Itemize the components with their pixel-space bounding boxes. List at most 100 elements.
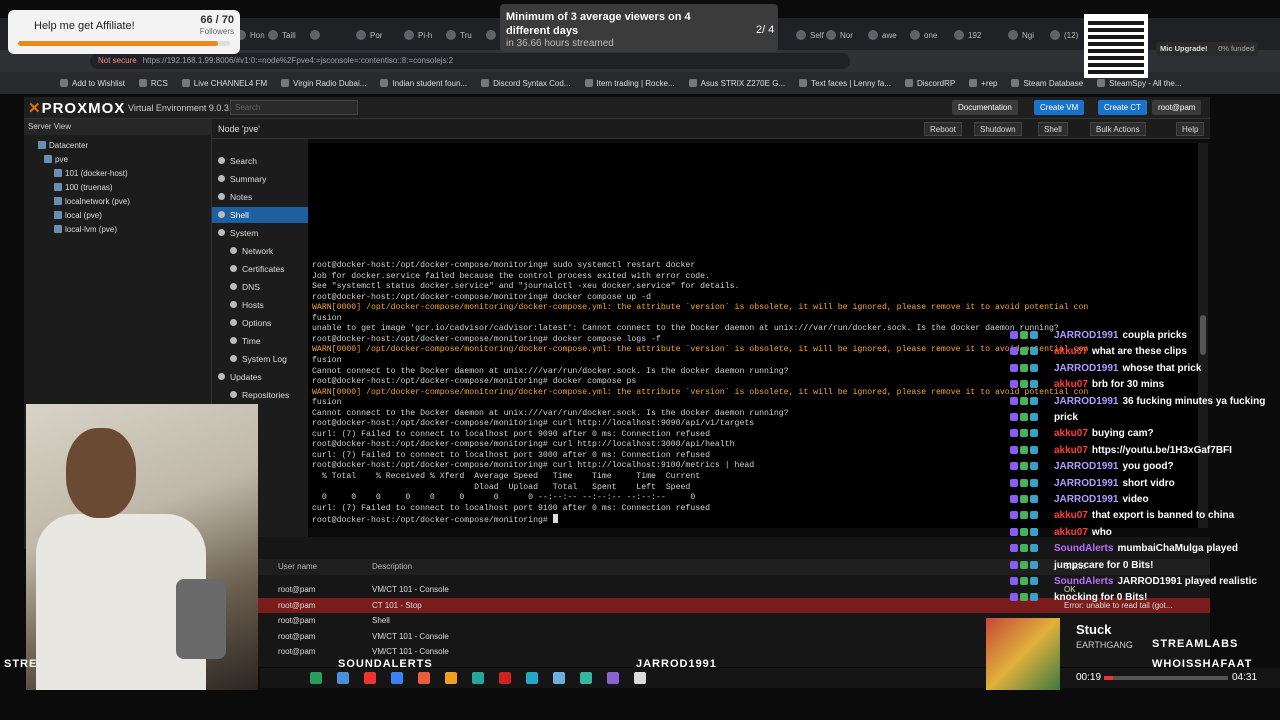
taskbar-app-icon[interactable]: [445, 672, 457, 684]
terminal-line: WARN[0000] /opt/docker-compose/monitorin…: [312, 387, 1089, 397]
badge-icon: [1010, 380, 1018, 389]
badge-icon: [1010, 396, 1018, 405]
chat-badges: [1010, 511, 1054, 521]
taskbar-app-icon[interactable]: [553, 672, 565, 684]
bookmark-item[interactable]: Steam Database: [1011, 79, 1083, 88]
menu-item-time[interactable]: Time: [212, 333, 308, 349]
mic-label: Mic Upgrade!: [1160, 44, 1208, 53]
create-ct-button[interactable]: Create CT: [1098, 100, 1147, 115]
terminal-line: fusion: [312, 398, 342, 408]
qr-code: [1084, 14, 1148, 78]
terminal-line: root@docker-host:/opt/docker-compose/mon…: [312, 261, 696, 270]
terminal-prompt[interactable]: root@docker-host:/opt/docker-compose/mon…: [312, 514, 558, 527]
taskbar-app-icon[interactable]: [580, 672, 592, 684]
taskbar-app-icon[interactable]: [337, 672, 349, 684]
bookmark-item[interactable]: Discord Syntax Cod...: [481, 79, 570, 88]
tab-favicon-icon: [954, 30, 964, 40]
node-button-shell[interactable]: Shell: [1038, 122, 1068, 136]
browser-tab[interactable]: one: [904, 24, 943, 46]
chat-message: akku07 brb for 30 mins: [1010, 379, 1272, 390]
browser-tab[interactable]: Taili: [262, 24, 302, 46]
taskbar-app-icon[interactable]: [526, 672, 538, 684]
bookmark-item[interactable]: DiscordRP: [905, 79, 955, 88]
taskbar-app-icon[interactable]: [310, 672, 322, 684]
badge-icon: [1020, 593, 1028, 602]
menu-item-notes[interactable]: Notes: [212, 189, 308, 205]
menu-item-label: System: [230, 228, 259, 238]
tree-item[interactable]: local-lvm (pve): [54, 225, 117, 234]
bookmark-item[interactable]: Indian student foun...: [380, 79, 467, 88]
tree-item[interactable]: Datacenter: [38, 141, 88, 150]
create-vm-button[interactable]: Create VM: [1034, 100, 1085, 115]
user-menu-button[interactable]: root@pam: [1152, 100, 1202, 115]
node-button-help[interactable]: Help: [1176, 122, 1205, 136]
browser-tab[interactable]: (12): [1044, 24, 1084, 46]
taskbar-app-icon[interactable]: [418, 672, 430, 684]
badge-icon: [1020, 445, 1028, 454]
browser-tab[interactable]: Ngi: [1002, 24, 1040, 46]
terminal-line: fusion: [312, 355, 342, 365]
taskbar-app-icon[interactable]: [472, 672, 484, 684]
menu-item-updates[interactable]: Updates: [212, 369, 308, 385]
badge-icon: [1010, 413, 1018, 421]
time-current: 00:19: [1076, 672, 1102, 683]
menu-item-system[interactable]: System: [212, 225, 308, 241]
taskbar-app-icon[interactable]: [499, 672, 511, 684]
bookmark-item[interactable]: Text faces | Lenny fa...: [799, 79, 891, 88]
bookmark-item[interactable]: SteamSpy - All the...: [1097, 79, 1181, 88]
bookmark-item[interactable]: Add to Wishlist: [60, 79, 125, 88]
tab-title: Tru: [460, 30, 472, 40]
server-view-select[interactable]: Server View: [24, 119, 212, 135]
bookmark-item[interactable]: Item trading | Rocke...: [585, 79, 675, 88]
bookmark-item[interactable]: +rep: [969, 79, 997, 88]
hosts-icon: [230, 301, 237, 308]
node-button-reboot[interactable]: Reboot: [924, 122, 962, 136]
taskbar-app-icon[interactable]: [391, 672, 403, 684]
node-button-bulk-actions[interactable]: Bulk Actions: [1090, 122, 1146, 136]
menu-item-network[interactable]: Network: [212, 243, 308, 259]
tree-item[interactable]: localnetwork (pve): [54, 197, 130, 206]
browser-tab[interactable]: Tru: [440, 24, 478, 46]
chat-message: akku07 that export is banned to china: [1010, 510, 1272, 521]
bookmark-item[interactable]: Asus STRIX Z270E G...: [689, 79, 785, 88]
tree-item[interactable]: local (pve): [54, 211, 102, 220]
chat-username: akku07: [1054, 444, 1088, 456]
menu-item-options[interactable]: Options: [212, 315, 308, 331]
badge-icon: [1010, 363, 1018, 372]
bookmark-item[interactable]: Live CHANNEL4 FM: [182, 79, 267, 88]
browser-tab[interactable]: [304, 24, 330, 46]
bookmark-item[interactable]: Virgin Radio Dubai...: [281, 79, 366, 88]
search-input[interactable]: Search: [230, 100, 358, 115]
task-description: Shell: [372, 616, 390, 625]
menu-item-shell[interactable]: Shell: [212, 207, 308, 223]
taskbar-app-icon[interactable]: [634, 672, 646, 684]
menu-item-dns[interactable]: DNS: [212, 279, 308, 295]
tree-item[interactable]: 101 (docker-host): [54, 169, 128, 178]
browser-tab[interactable]: Por: [350, 24, 388, 46]
affiliate-progress-bar: [18, 41, 230, 46]
taskbar-app-icon[interactable]: [364, 672, 376, 684]
tab-favicon-icon: [868, 30, 878, 40]
documentation-button[interactable]: Documentation: [952, 100, 1018, 115]
taskbar-app-icon[interactable]: [607, 672, 619, 684]
badge-icon: [1020, 363, 1028, 372]
chat-text: 36 fucking minutes ya fucking: [1122, 395, 1266, 407]
tree-item[interactable]: 100 (truenas): [54, 183, 113, 192]
url-field[interactable]: Not secure https://192.168.1.99:8006/#v1:…: [90, 53, 850, 69]
bookmark-item[interactable]: RCS: [139, 79, 168, 88]
browser-tab[interactable]: Pi-h: [398, 24, 438, 46]
menu-item-hosts[interactable]: Hosts: [212, 297, 308, 313]
browser-tab[interactable]: awe: [862, 24, 903, 46]
repositories-icon: [230, 391, 237, 398]
menu-item-system-log[interactable]: System Log: [212, 351, 308, 367]
node-button-shutdown[interactable]: Shutdown: [974, 122, 1022, 136]
menu-item-certificates[interactable]: Certificates: [212, 261, 308, 277]
menu-item-summary[interactable]: Summary: [212, 171, 308, 187]
tree-item[interactable]: pve: [44, 155, 68, 164]
menu-item-search[interactable]: Search: [212, 153, 308, 169]
browser-tab[interactable]: 192: [948, 24, 987, 46]
node-title: Node 'pve': [218, 124, 260, 134]
browser-tab[interactable]: Nor: [820, 24, 859, 46]
menu-item-repositories[interactable]: Repositories: [212, 387, 308, 403]
terminal-line: curl: (7) Failed to connect to localhost…: [312, 429, 710, 439]
